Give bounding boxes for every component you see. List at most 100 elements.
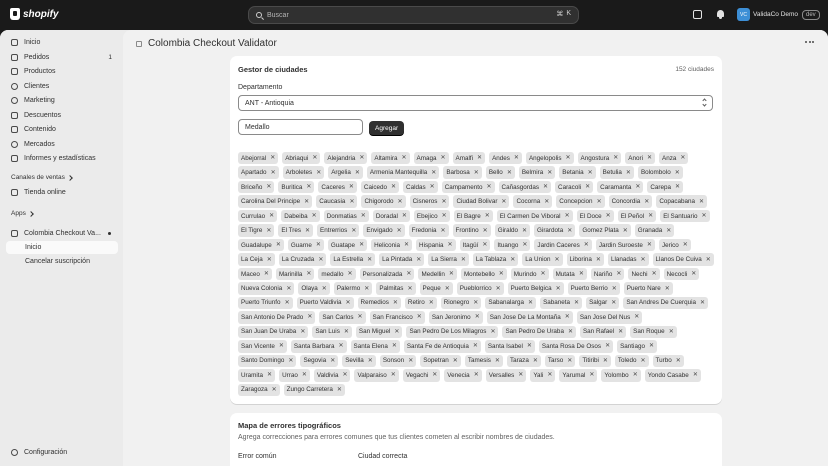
remove-tag-icon[interactable]: ✕ [347,271,352,277]
apps-header[interactable]: Apps [11,210,34,217]
remove-tag-icon[interactable]: ✕ [473,300,478,306]
remove-tag-icon[interactable]: ✕ [407,286,412,292]
remove-tag-icon[interactable]: ✕ [286,286,291,292]
remove-tag-icon[interactable]: ✕ [431,170,436,176]
sidebar-item-mercados[interactable]: Mercados [6,138,118,151]
remove-tag-icon[interactable]: ✕ [699,199,704,205]
remove-tag-icon[interactable]: ✕ [477,155,482,161]
remove-tag-icon[interactable]: ✕ [361,213,366,219]
remove-tag-icon[interactable]: ✕ [397,228,402,234]
remove-tag-icon[interactable]: ✕ [666,228,671,234]
remove-tag-icon[interactable]: ✕ [474,170,479,176]
remove-tag-icon[interactable]: ✕ [305,228,310,234]
remove-tag-icon[interactable]: ✕ [442,213,447,219]
remove-tag-icon[interactable]: ✕ [441,199,446,205]
remove-tag-icon[interactable]: ✕ [641,257,646,263]
remove-tag-icon[interactable]: ✕ [605,343,610,349]
remove-tag-icon[interactable]: ✕ [544,199,549,205]
sidebar-item-tienda-online[interactable]: Tienda online [6,186,118,199]
remove-tag-icon[interactable]: ✕ [691,271,696,277]
remove-tag-icon[interactable]: ✕ [404,242,409,248]
sales-channels-header[interactable]: Canales de ventas [11,174,73,181]
remove-tag-icon[interactable]: ✕ [612,286,617,292]
department-select[interactable]: ANT - Antioquia [238,95,713,111]
remove-tag-icon[interactable]: ✕ [652,271,657,277]
shopify-logo[interactable]: shopify [10,8,59,20]
remove-tag-icon[interactable]: ✕ [266,184,271,190]
remove-tag-icon[interactable]: ✕ [461,257,466,263]
remove-tag-icon[interactable]: ✕ [402,155,407,161]
remove-tag-icon[interactable]: ✕ [355,170,360,176]
city-input[interactable]: Medallo [238,119,363,135]
remove-tag-icon[interactable]: ✕ [606,213,611,219]
remove-tag-icon[interactable]: ✕ [669,329,674,335]
remove-tag-icon[interactable]: ✕ [547,170,552,176]
remove-tag-icon[interactable]: ✕ [635,184,640,190]
remove-tag-icon[interactable]: ✕ [316,170,321,176]
remove-tag-icon[interactable]: ✕ [527,343,532,349]
remove-tag-icon[interactable]: ✕ [349,184,354,190]
add-city-button[interactable]: Agregar [369,121,405,135]
remove-tag-icon[interactable]: ✕ [266,228,271,234]
remove-tag-icon[interactable]: ✕ [706,257,711,263]
remove-tag-icon[interactable]: ✕ [312,213,317,219]
remove-tag-icon[interactable]: ✕ [269,213,274,219]
sidebar-item-contenido[interactable]: Contenido [6,123,118,136]
remove-tag-icon[interactable]: ✕ [441,228,446,234]
remove-tag-icon[interactable]: ✕ [522,228,527,234]
remove-tag-icon[interactable]: ✕ [300,329,305,335]
sidebar-item-inicio[interactable]: Inicio [6,36,118,49]
remove-tag-icon[interactable]: ✕ [533,358,538,364]
remove-tag-icon[interactable]: ✕ [337,387,342,393]
remove-tag-icon[interactable]: ✕ [316,242,321,248]
remove-tag-icon[interactable]: ✕ [441,155,446,161]
remove-tag-icon[interactable]: ✕ [496,286,501,292]
remove-tag-icon[interactable]: ✕ [448,242,453,248]
remove-tag-icon[interactable]: ✕ [391,184,396,190]
remove-tag-icon[interactable]: ✕ [613,155,618,161]
remove-tag-icon[interactable]: ✕ [579,271,584,277]
remove-tag-icon[interactable]: ✕ [566,155,571,161]
remove-tag-icon[interactable]: ✕ [271,170,276,176]
remove-tag-icon[interactable]: ✕ [391,372,396,378]
remove-tag-icon[interactable]: ✕ [644,199,649,205]
remove-tag-icon[interactable]: ✕ [349,199,354,205]
remove-tag-icon[interactable]: ✕ [473,343,478,349]
remove-tag-icon[interactable]: ✕ [541,271,546,277]
remove-tag-icon[interactable]: ✕ [432,372,437,378]
remove-tag-icon[interactable]: ✕ [603,358,608,364]
remove-tag-icon[interactable]: ✕ [683,242,688,248]
remove-tag-icon[interactable]: ✕ [616,271,621,277]
remove-tag-icon[interactable]: ✕ [429,300,434,306]
remove-tag-icon[interactable]: ✕ [359,155,364,161]
remove-tag-icon[interactable]: ✕ [453,358,458,364]
remove-tag-icon[interactable]: ✕ [554,257,559,263]
remove-tag-icon[interactable]: ✕ [304,199,309,205]
search-bar[interactable]: Buscar ⌘ K [248,6,579,24]
sidebar-item-clientes[interactable]: Clientes [6,80,118,93]
remove-tag-icon[interactable]: ✕ [279,343,284,349]
remove-tag-icon[interactable]: ✕ [597,199,602,205]
store-icon[interactable] [693,10,702,19]
remove-tag-icon[interactable]: ✕ [302,372,307,378]
remove-tag-icon[interactable]: ✕ [445,286,450,292]
remove-tag-icon[interactable]: ✕ [487,184,492,190]
remove-tag-icon[interactable]: ✕ [585,184,590,190]
remove-tag-icon[interactable]: ✕ [267,372,272,378]
remove-tag-icon[interactable]: ✕ [675,170,680,176]
remove-tag-icon[interactable]: ✕ [589,372,594,378]
remove-tag-icon[interactable]: ✕ [406,271,411,277]
remove-tag-icon[interactable]: ✕ [611,300,616,306]
remove-tag-icon[interactable]: ✕ [394,329,399,335]
sidebar-subitem-cancelar[interactable]: Cancelar suscripción [6,255,118,268]
remove-tag-icon[interactable]: ✕ [514,155,519,161]
sidebar-item-configuracion[interactable]: Configuración [6,446,118,459]
remove-tag-icon[interactable]: ✕ [416,257,421,263]
remove-tag-icon[interactable]: ✕ [648,213,653,219]
remove-tag-icon[interactable]: ✕ [307,314,312,320]
remove-tag-icon[interactable]: ✕ [507,170,512,176]
remove-tag-icon[interactable]: ✕ [543,184,548,190]
remove-tag-icon[interactable]: ✕ [565,213,570,219]
remove-tag-icon[interactable]: ✕ [351,228,356,234]
remove-tag-icon[interactable]: ✕ [475,314,480,320]
